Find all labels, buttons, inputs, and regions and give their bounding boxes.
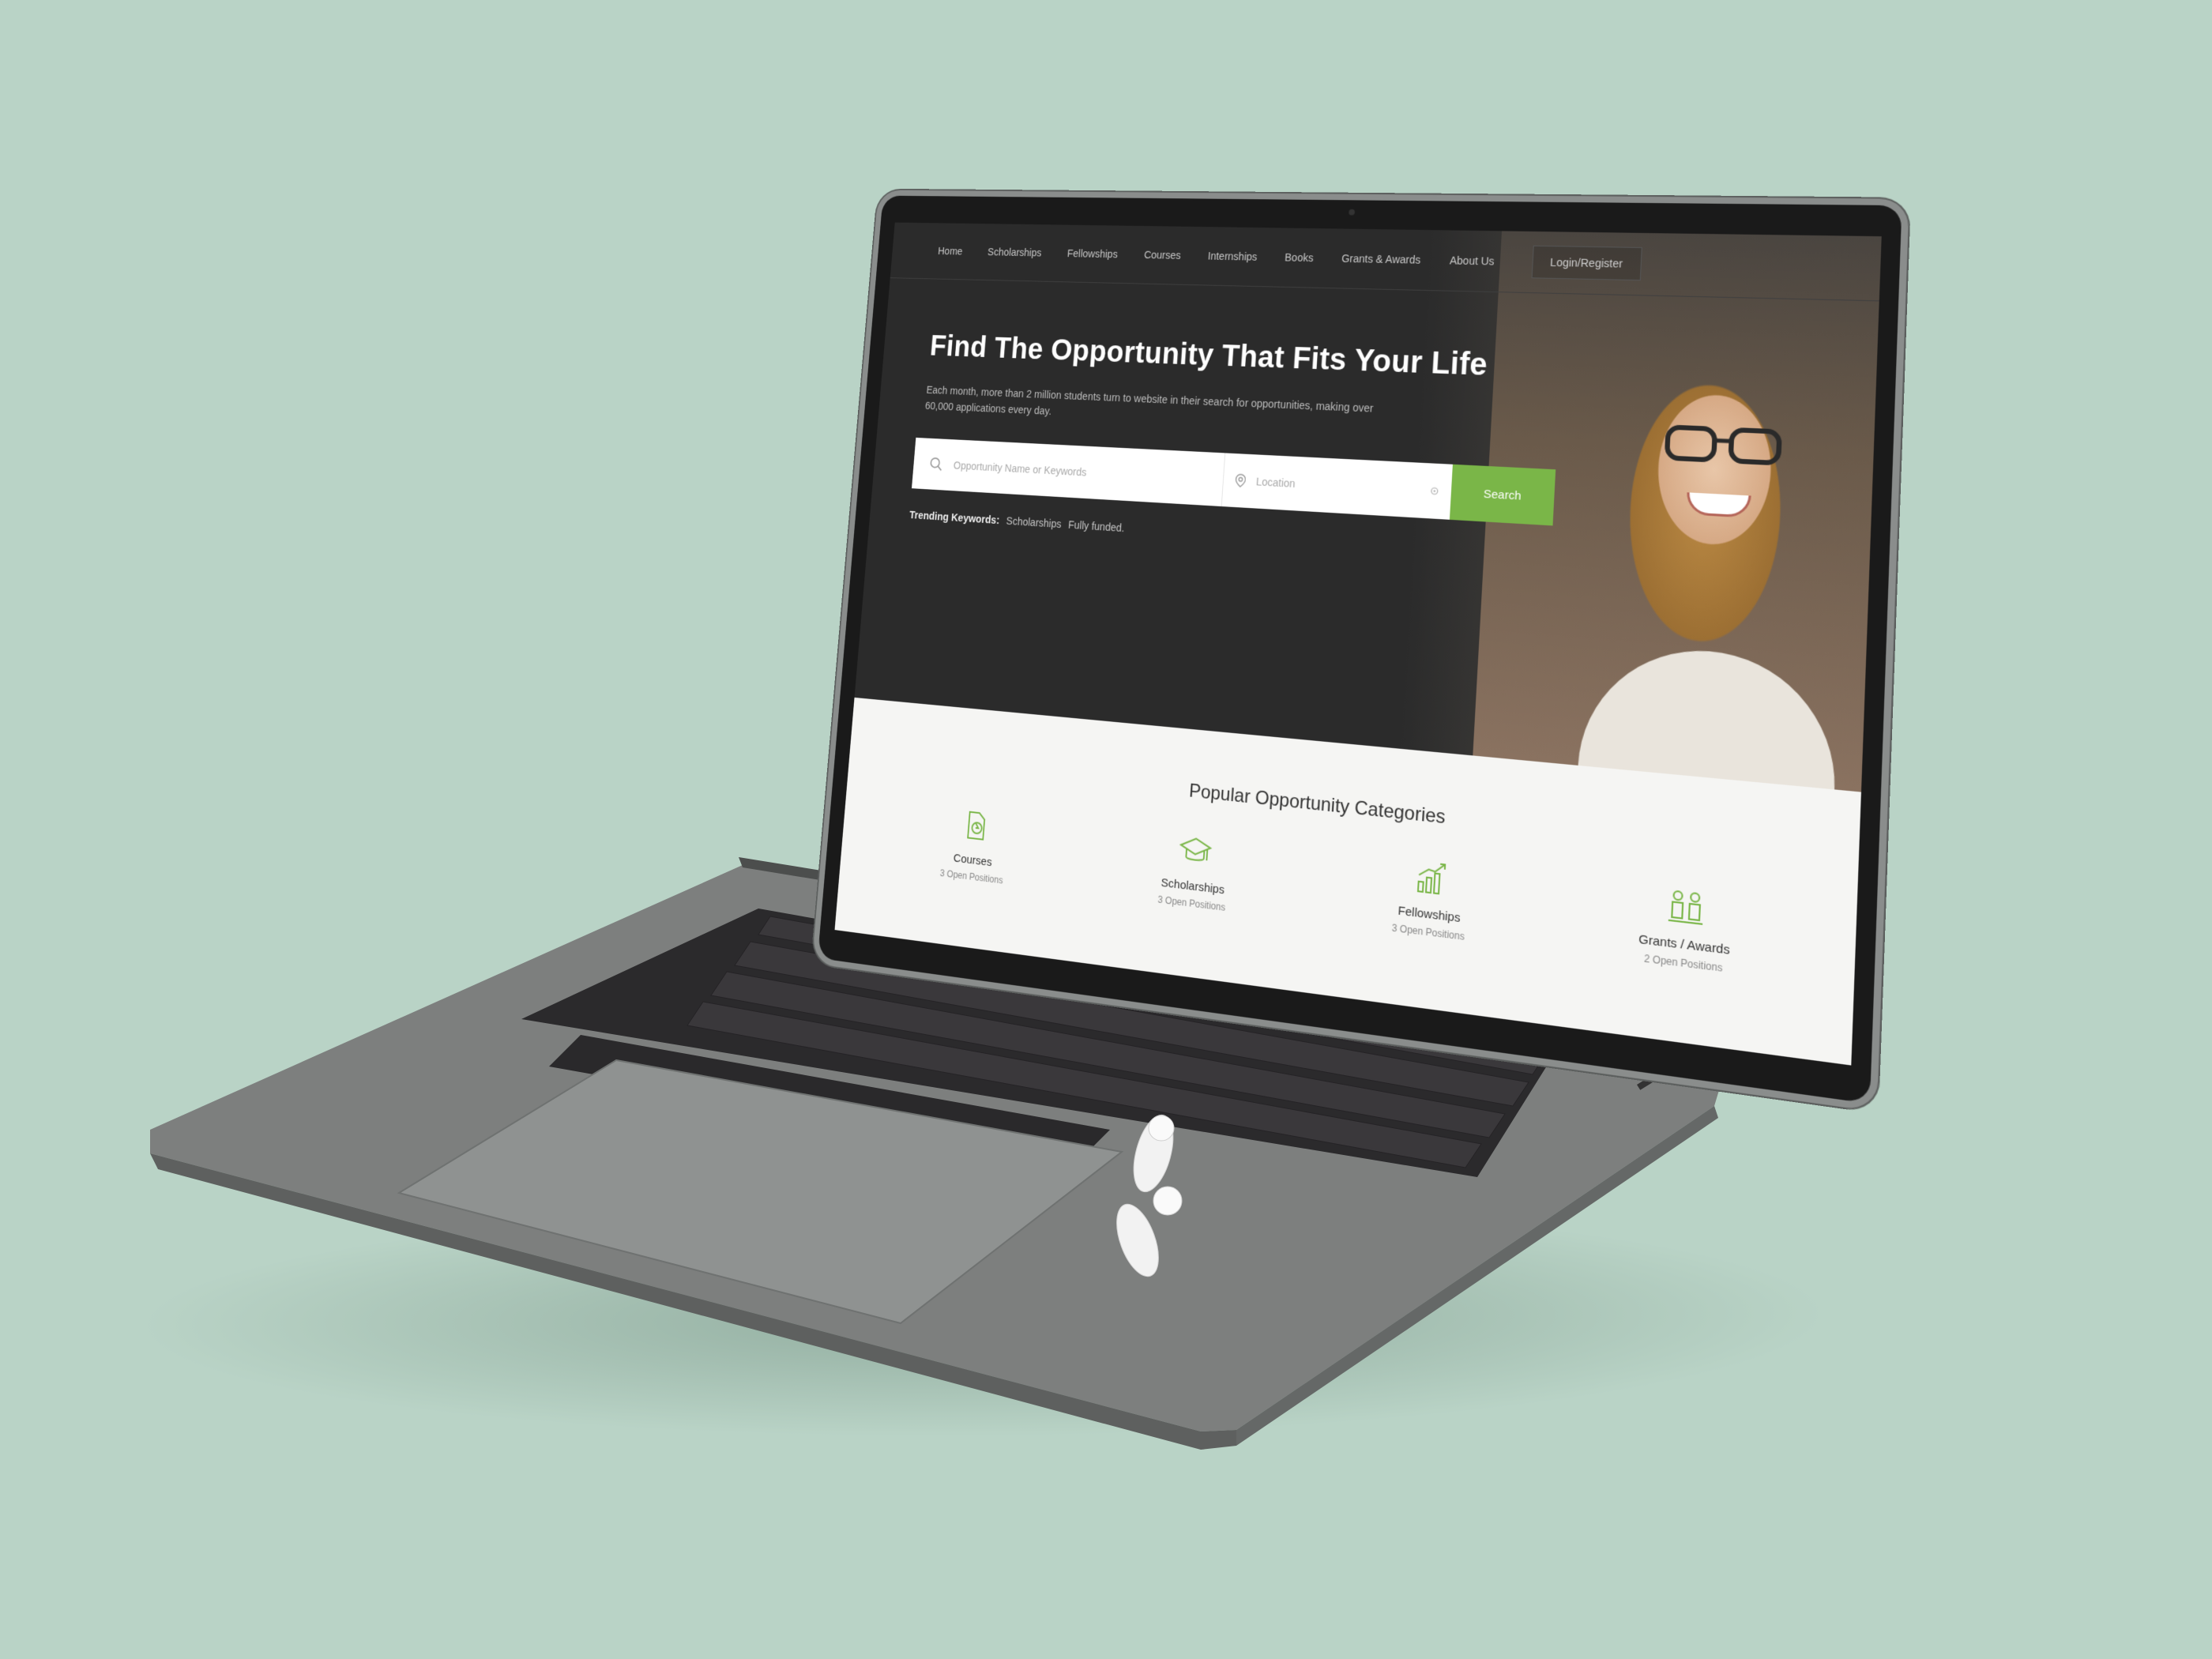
graduation-cap-icon [1176, 830, 1214, 872]
hero-photo-shirt [1578, 642, 1840, 790]
nav-item-scholarships[interactable]: Scholarships [988, 246, 1042, 258]
hero-subtitle: Each month, more than 2 million students… [924, 382, 1379, 434]
category-courses[interactable]: Courses 3 Open Positions [903, 800, 1046, 890]
screen: Home Scholarships Fellowships Courses In… [835, 223, 1882, 1066]
laptop-scene: Home Scholarships Fellowships Courses In… [0, 0, 2212, 1659]
login-register-button[interactable]: Login/Register [1531, 246, 1642, 280]
nav-item-books[interactable]: Books [1285, 251, 1314, 264]
keyword-input[interactable] [952, 458, 1224, 487]
top-nav: Home Scholarships Fellowships Courses In… [890, 223, 1882, 302]
nav-item-about-us[interactable]: About Us [1450, 254, 1495, 268]
category-grants-awards[interactable]: Grants / Awards 2 Open Positions [1598, 877, 1774, 980]
hero-title: Find The Opportunity That Fits Your Life [929, 330, 1488, 383]
category-name: Courses [953, 852, 992, 869]
growth-chart-icon [1411, 856, 1451, 900]
category-name: Scholarships [1161, 876, 1224, 897]
search-icon [929, 456, 943, 472]
category-count: 3 Open Positions [1392, 922, 1465, 942]
category-scholarships[interactable]: Scholarships 3 Open Positions [1118, 824, 1270, 918]
trending-keyword-scholarships[interactable]: Scholarships [1006, 514, 1062, 529]
hero-photo-smile [1686, 492, 1751, 518]
locate-target-icon[interactable] [1430, 485, 1439, 497]
glasses-icon [1663, 422, 1783, 468]
courses-icon [957, 807, 993, 847]
nav-item-fellowships[interactable]: Fellowships [1066, 247, 1118, 260]
trending-label: Trending Keywords: [909, 509, 1000, 526]
camera [1349, 209, 1355, 216]
search-button[interactable]: Search [1450, 465, 1556, 526]
location-field [1222, 453, 1453, 519]
nav-item-internships[interactable]: Internships [1207, 250, 1257, 262]
category-name: Fellowships [1398, 904, 1461, 925]
category-count: 2 Open Positions [1644, 953, 1723, 974]
search-bar: Search [912, 438, 1556, 525]
location-pin-icon [1235, 472, 1247, 489]
laptop-lid: Home Scholarships Fellowships Courses In… [818, 196, 1902, 1104]
nav-item-courses[interactable]: Courses [1144, 249, 1182, 261]
keyword-field [912, 438, 1225, 506]
category-fellowships[interactable]: Fellowships 3 Open Positions [1349, 849, 1513, 947]
grants-icon [1665, 884, 1707, 930]
trending-keywords: Trending Keywords: Scholarships Fully fu… [909, 509, 1125, 534]
trending-keyword-fully-funded[interactable]: Fully funded. [1068, 518, 1125, 534]
hero-section: Home Scholarships Fellowships Courses In… [855, 223, 1882, 792]
nav-item-grants-awards[interactable]: Grants & Awards [1341, 252, 1421, 265]
category-list: Courses 3 Open Positions Scholarships 3 … [867, 796, 1822, 985]
location-input[interactable] [1255, 475, 1421, 498]
category-count: 3 Open Positions [939, 867, 1003, 886]
category-count: 3 Open Positions [1157, 893, 1225, 912]
nav-item-home[interactable]: Home [938, 245, 963, 257]
